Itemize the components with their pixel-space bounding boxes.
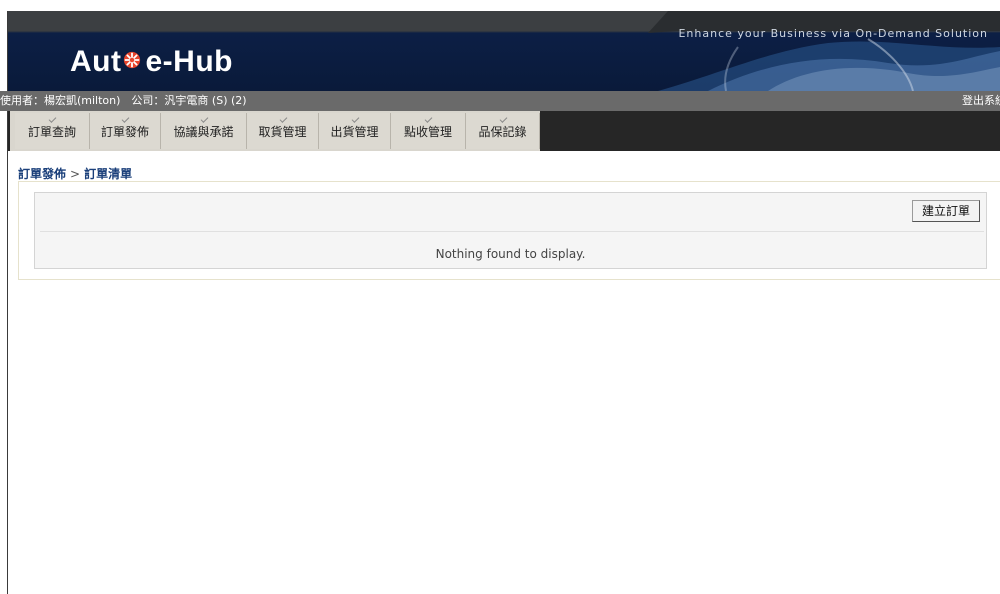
asterisk-star-icon bbox=[124, 51, 141, 69]
user-company-info: 使用者：楊宏凱(milton) 公司：汎宇電商 (S) (2) bbox=[0, 94, 247, 107]
tab-label: 出貨管理 bbox=[330, 125, 379, 139]
tab-shipping-management[interactable]: 出貨管理 bbox=[319, 113, 391, 149]
panel-divider bbox=[40, 231, 984, 232]
tab-agreement-commitment[interactable]: 協議與承諾 bbox=[161, 113, 247, 149]
breadcrumb-current: 訂單清單 bbox=[84, 167, 133, 181]
chevron-down-icon bbox=[200, 115, 208, 123]
app-header: Aut e-Hub Enhance your Business via On-D… bbox=[8, 11, 1000, 91]
tab-label: 協議與承諾 bbox=[173, 125, 234, 139]
chevron-down-icon bbox=[121, 115, 130, 123]
window-top-strip bbox=[0, 0, 1000, 11]
chevron-down-icon bbox=[499, 115, 507, 123]
breadcrumb-separator: > bbox=[70, 167, 81, 181]
header-tagline: Enhance your Business via On-Demand Solu… bbox=[678, 27, 988, 40]
chevron-down-icon bbox=[48, 115, 57, 123]
tab-quality-records[interactable]: 品保記錄 bbox=[466, 113, 540, 149]
tab-order-query[interactable]: 訂單查詢 bbox=[15, 113, 90, 149]
chevron-down-icon bbox=[351, 115, 359, 123]
breadcrumb: 訂單發佈 > 訂單清單 bbox=[18, 165, 132, 182]
user-info-bar: 使用者：楊宏凱(milton) 公司：汎宇電商 (S) (2) 登出系統 bbox=[0, 91, 1000, 111]
tab-label: 點收管理 bbox=[403, 125, 452, 139]
chevron-down-icon bbox=[279, 115, 287, 123]
tab-label: 訂單查詢 bbox=[27, 125, 76, 139]
tab-label: 訂單發佈 bbox=[100, 125, 149, 139]
tab-receiving-management[interactable]: 點收管理 bbox=[391, 113, 466, 149]
breadcrumb-parent[interactable]: 訂單發佈 bbox=[18, 167, 66, 181]
empty-state-message: Nothing found to display. bbox=[435, 247, 586, 261]
logout-link[interactable]: 登出系統 bbox=[962, 91, 1000, 111]
create-order-button[interactable]: 建立訂單 bbox=[912, 200, 980, 222]
app-logo[interactable]: Aut e-Hub bbox=[70, 45, 233, 79]
tab-label: 品保記錄 bbox=[478, 125, 527, 139]
logo-text-left: Aut bbox=[70, 45, 122, 78]
tab-order-publish[interactable]: 訂單發佈 bbox=[90, 113, 161, 149]
logo-text-right: e-Hub bbox=[145, 45, 233, 78]
chevron-down-icon bbox=[424, 115, 433, 123]
tab-pickup-management[interactable]: 取貨管理 bbox=[247, 113, 319, 149]
tab-label: 取貨管理 bbox=[258, 125, 307, 139]
